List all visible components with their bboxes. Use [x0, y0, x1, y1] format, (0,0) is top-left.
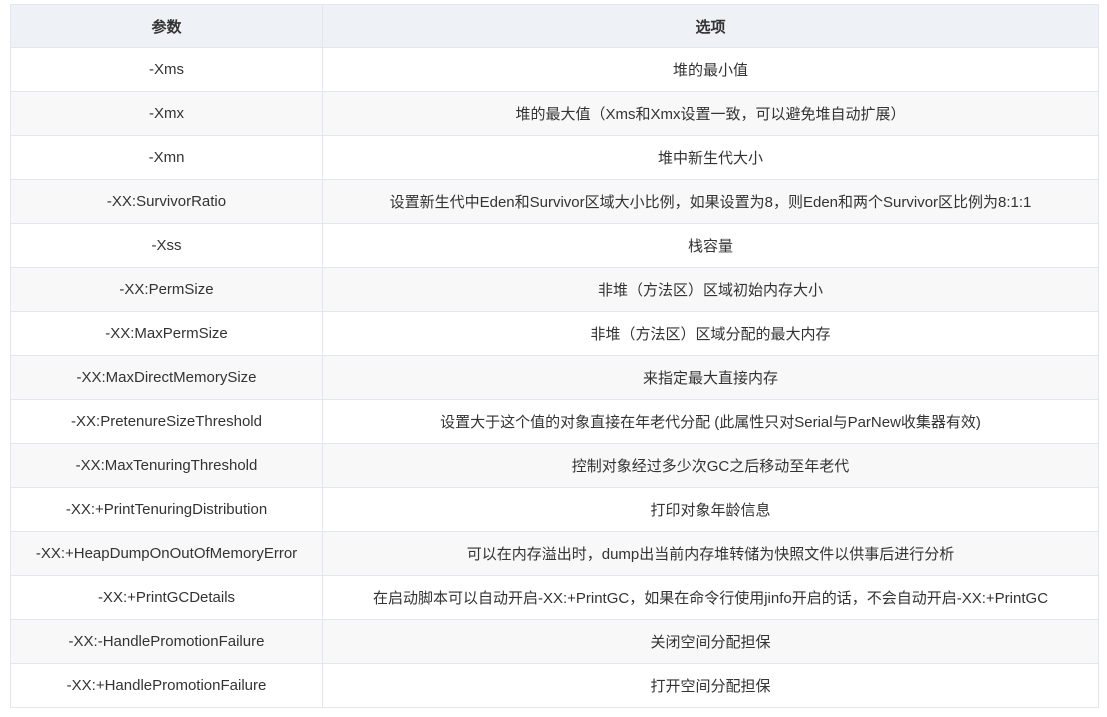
description-cell: 非堆（方法区）区域分配的最大内存: [322, 311, 1099, 356]
table-row: -XX:+HeapDumpOnOutOfMemoryError 可以在内存溢出时…: [10, 531, 1099, 576]
param-cell: -XX:-HandlePromotionFailure: [10, 619, 323, 664]
param-cell: -XX:PermSize: [10, 267, 323, 312]
description-cell: 非堆（方法区）区域初始内存大小: [322, 267, 1099, 312]
param-cell: -Xmx: [10, 91, 323, 136]
description-cell: 打开空间分配担保: [322, 663, 1099, 708]
header-param: 参数: [10, 4, 323, 48]
description-cell: 在启动脚本可以自动开启-XX:+PrintGC，如果在命令行使用jinfo开启的…: [322, 575, 1099, 620]
table-row: -XX:MaxDirectMemorySize 来指定最大直接内存: [10, 355, 1099, 400]
table-row: -Xms 堆的最小值: [10, 47, 1099, 92]
description-cell: 来指定最大直接内存: [322, 355, 1099, 400]
table-row: -XX:-HandlePromotionFailure 关闭空间分配担保: [10, 619, 1099, 664]
param-cell: -XX:MaxDirectMemorySize: [10, 355, 323, 400]
param-cell: -XX:SurvivorRatio: [10, 179, 323, 224]
param-cell: -XX:MaxTenuringThreshold: [10, 443, 323, 488]
table-row: -XX:PretenureSizeThreshold 设置大于这个值的对象直接在…: [10, 399, 1099, 444]
table-row: -XX:+HandlePromotionFailure 打开空间分配担保: [10, 663, 1099, 708]
description-cell: 堆的最大值（Xms和Xmx设置一致，可以避免堆自动扩展）: [322, 91, 1099, 136]
table-header: 参数 选项: [10, 4, 1099, 48]
header-row: 参数 选项: [10, 4, 1099, 48]
param-cell: -Xms: [10, 47, 323, 92]
param-cell: -XX:+HandlePromotionFailure: [10, 663, 323, 708]
description-cell: 设置新生代中Eden和Survivor区域大小比例，如果设置为8，则Eden和两…: [322, 179, 1099, 224]
table-body: -Xms 堆的最小值 -Xmx 堆的最大值（Xms和Xmx设置一致，可以避免堆自…: [10, 47, 1099, 708]
jvm-params-table-container: 参数 选项 -Xms 堆的最小值 -Xmx 堆的最大值（Xms和Xmx设置一致，…: [10, 4, 1099, 708]
header-option: 选项: [322, 4, 1099, 48]
description-cell: 关闭空间分配担保: [322, 619, 1099, 664]
table-row: -XX:+PrintGCDetails 在启动脚本可以自动开启-XX:+Prin…: [10, 575, 1099, 620]
table-row: -XX:MaxTenuringThreshold 控制对象经过多少次GC之后移动…: [10, 443, 1099, 488]
jvm-params-table: 参数 选项 -Xms 堆的最小值 -Xmx 堆的最大值（Xms和Xmx设置一致，…: [10, 4, 1099, 708]
description-cell: 栈容量: [322, 223, 1099, 268]
param-cell: -XX:PretenureSizeThreshold: [10, 399, 323, 444]
param-cell: -XX:+HeapDumpOnOutOfMemoryError: [10, 531, 323, 576]
description-cell: 设置大于这个值的对象直接在年老代分配 (此属性只对Serial与ParNew收集…: [322, 399, 1099, 444]
table-row: -Xmx 堆的最大值（Xms和Xmx设置一致，可以避免堆自动扩展）: [10, 91, 1099, 136]
param-cell: -Xmn: [10, 135, 323, 180]
table-row: -XX:SurvivorRatio 设置新生代中Eden和Survivor区域大…: [10, 179, 1099, 224]
table-row: -Xmn 堆中新生代大小: [10, 135, 1099, 180]
description-cell: 打印对象年龄信息: [322, 487, 1099, 532]
table-row: -XX:MaxPermSize 非堆（方法区）区域分配的最大内存: [10, 311, 1099, 356]
table-row: -XX:PermSize 非堆（方法区）区域初始内存大小: [10, 267, 1099, 312]
description-cell: 可以在内存溢出时，dump出当前内存堆转储为快照文件以供事后进行分析: [322, 531, 1099, 576]
param-cell: -XX:+PrintGCDetails: [10, 575, 323, 620]
param-cell: -XX:MaxPermSize: [10, 311, 323, 356]
param-cell: -XX:+PrintTenuringDistribution: [10, 487, 323, 532]
table-row: -XX:+PrintTenuringDistribution 打印对象年龄信息: [10, 487, 1099, 532]
param-cell: -Xss: [10, 223, 323, 268]
description-cell: 堆中新生代大小: [322, 135, 1099, 180]
description-cell: 控制对象经过多少次GC之后移动至年老代: [322, 443, 1099, 488]
description-cell: 堆的最小值: [322, 47, 1099, 92]
table-row: -Xss 栈容量: [10, 223, 1099, 268]
